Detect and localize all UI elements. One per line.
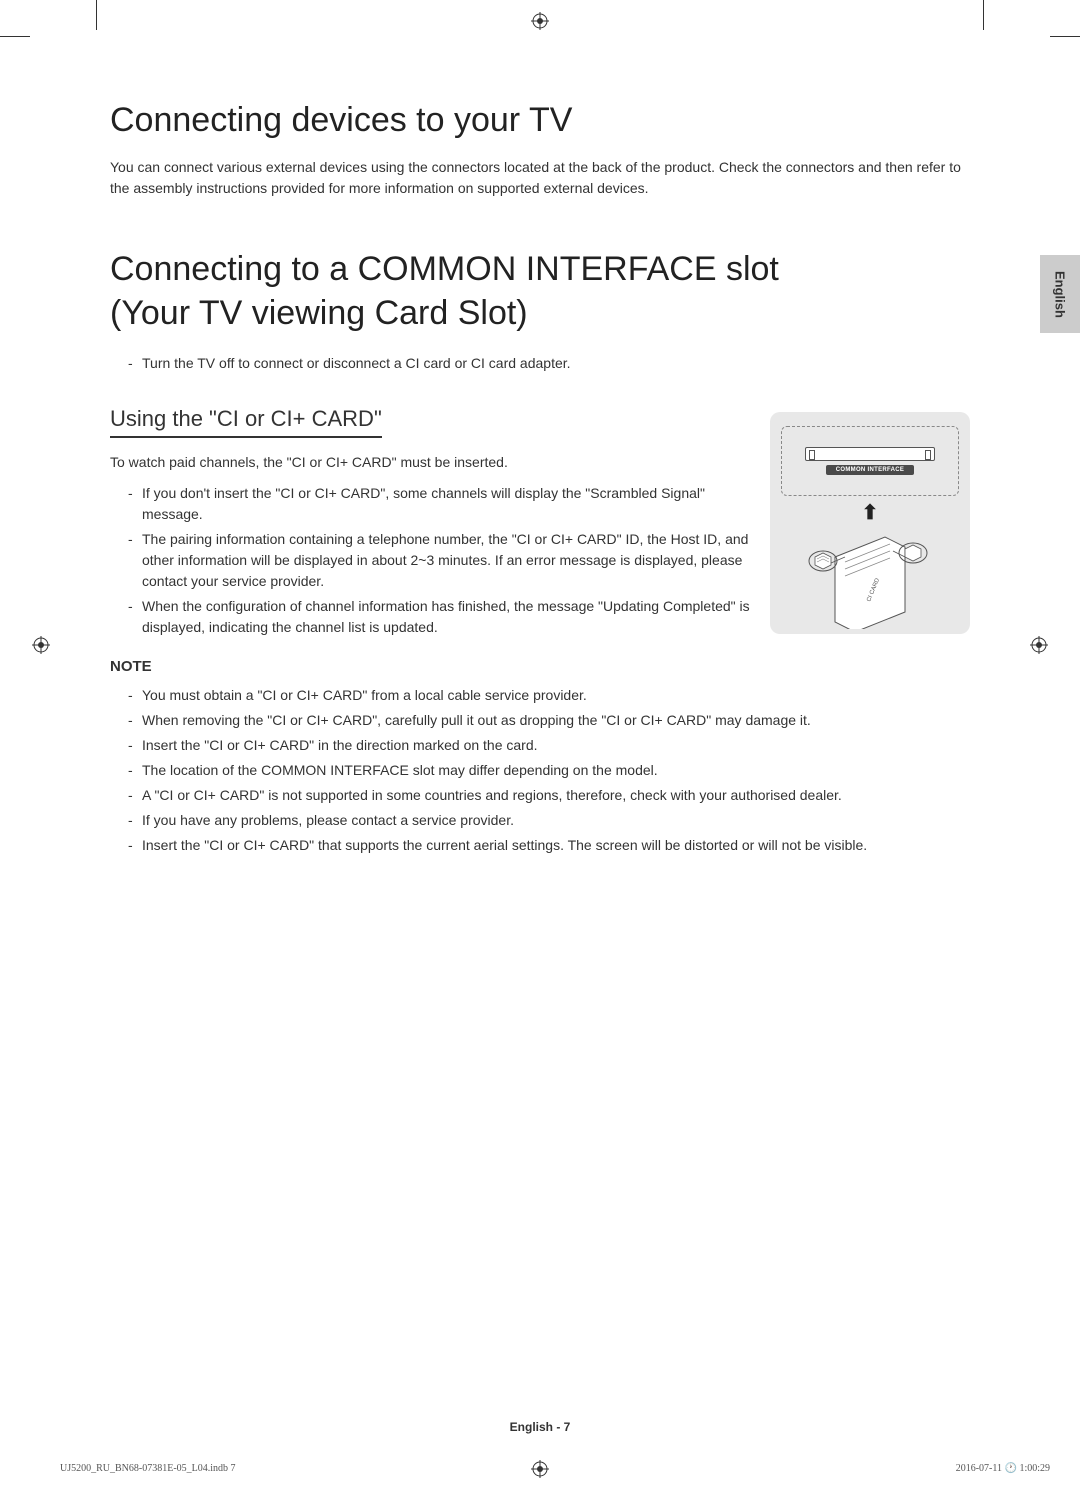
list-item: If you don't insert the "CI or CI+ CARD"… [128, 483, 750, 525]
ci-bullet-list: If you don't insert the "CI or CI+ CARD"… [110, 483, 750, 638]
list-item: You must obtain a "CI or CI+ CARD" from … [128, 685, 970, 706]
arrow-up-icon: ⬆ [781, 500, 959, 525]
footer-doc-ref: UJ5200_RU_BN68-07381E-05_L04.indb 7 [60, 1463, 236, 1474]
ci-slot-icon [805, 447, 935, 461]
footer-timestamp: 2016-07-11 🕐 1:00:29 [956, 1463, 1050, 1474]
list-item: Insert the "CI or CI+ CARD" in the direc… [128, 735, 970, 756]
note-bullet-list: You must obtain a "CI or CI+ CARD" from … [110, 685, 970, 856]
heading-using-ci-card: Using the "CI or CI+ CARD" [110, 406, 382, 438]
list-item: Turn the TV off to connect or disconnect… [128, 353, 970, 374]
list-item: A "CI or CI+ CARD" is not supported in s… [128, 785, 970, 806]
list-item: When removing the "CI or CI+ CARD", care… [128, 710, 970, 731]
note-heading: NOTE [110, 658, 970, 675]
ci-slot-diagram: COMMON INTERFACE ⬆ CI CARD [770, 412, 970, 634]
list-item: When the configuration of channel inform… [128, 596, 750, 638]
heading-common-interface: Connecting to a COMMON INTERFACE slot (Y… [110, 247, 830, 335]
intro-paragraph: You can connect various external devices… [110, 157, 970, 199]
ci-card-illustration: CI CARD [781, 529, 959, 634]
list-item: The pairing information containing a tel… [128, 529, 750, 592]
pre-list: Turn the TV off to connect or disconnect… [110, 353, 970, 374]
footer-page-label: English - 7 [510, 1420, 571, 1434]
slot-panel: COMMON INTERFACE [781, 426, 959, 496]
list-item: If you have any problems, please contact… [128, 810, 970, 831]
list-item: The location of the COMMON INTERFACE slo… [128, 760, 970, 781]
list-item: Insert the "CI or CI+ CARD" that support… [128, 835, 970, 856]
heading-connecting-devices: Connecting devices to your TV [110, 100, 970, 141]
ci-slot-label: COMMON INTERFACE [826, 465, 914, 475]
ci-intro-paragraph: To watch paid channels, the "CI or CI+ C… [110, 452, 750, 473]
